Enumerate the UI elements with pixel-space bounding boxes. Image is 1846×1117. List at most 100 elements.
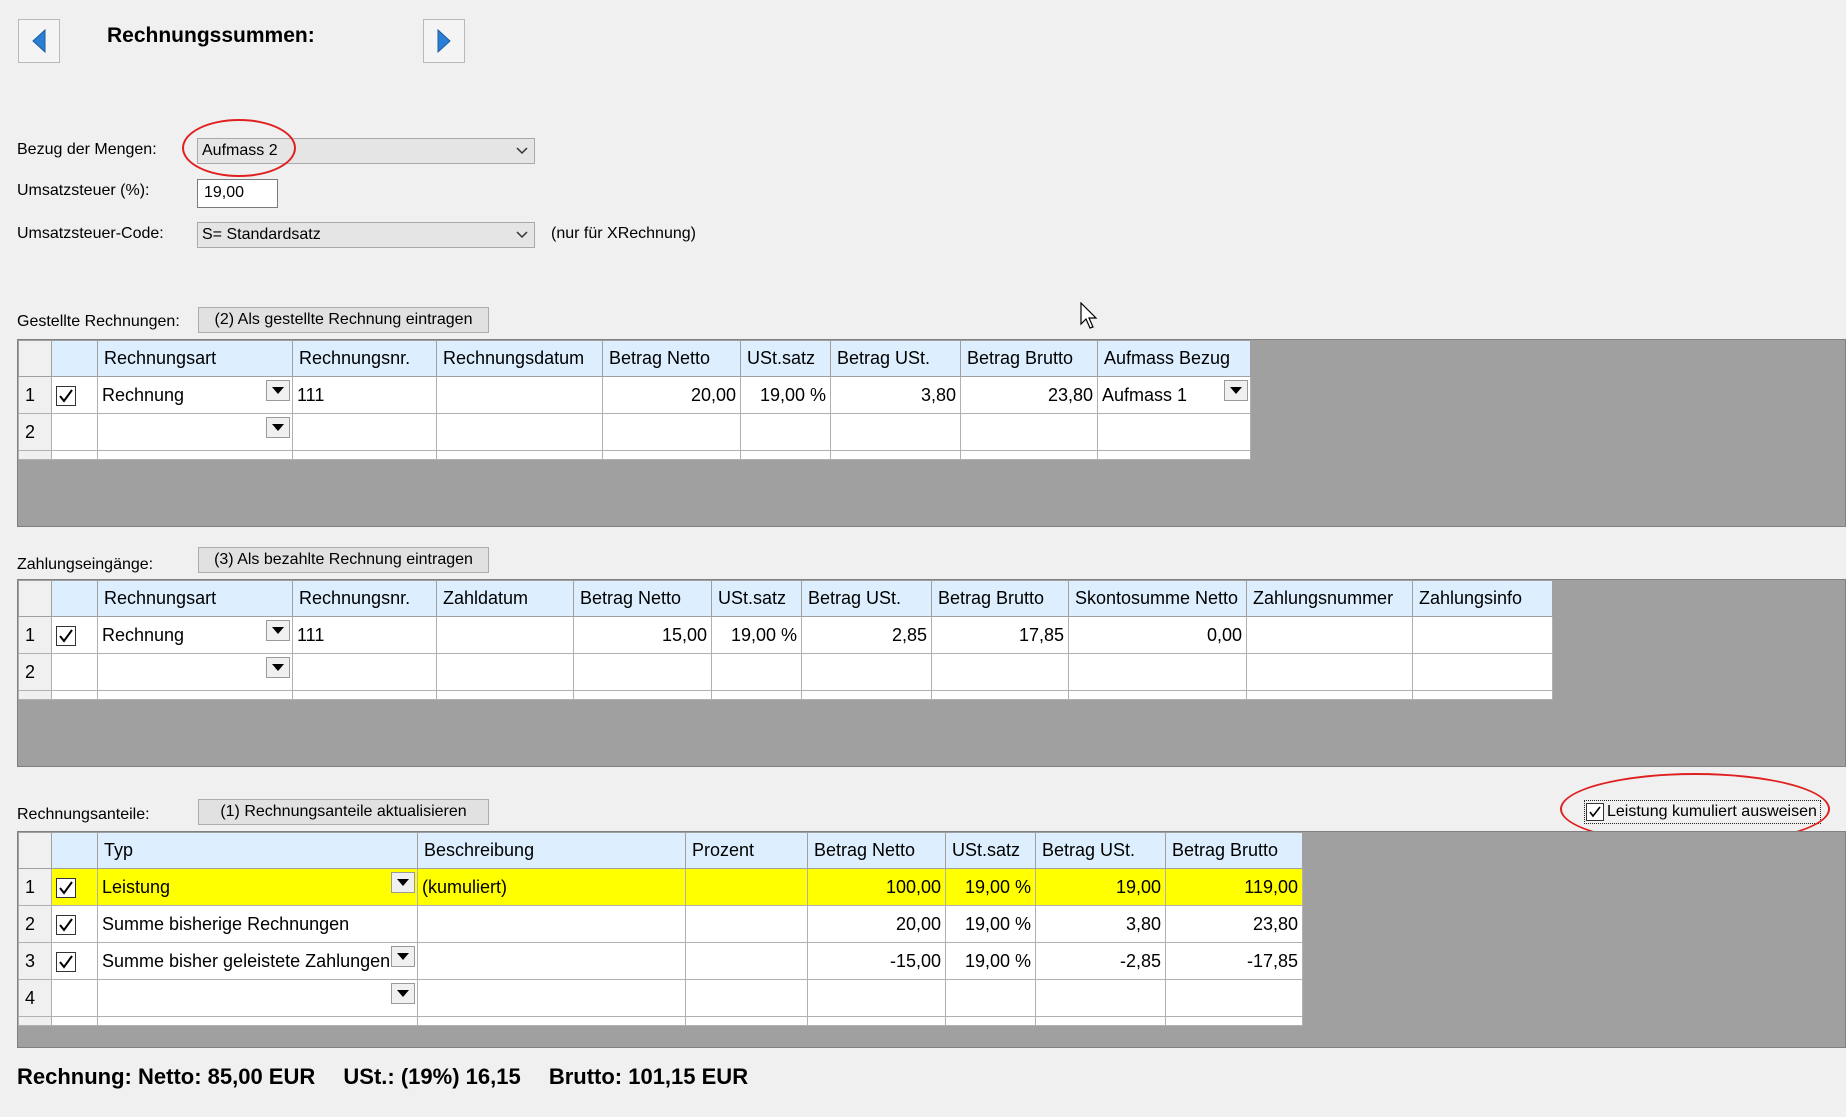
rechnungsart-cell[interactable]: [97, 653, 293, 691]
brutto-cell[interactable]: -17,85: [1165, 942, 1303, 980]
brutto-cell[interactable]: 23,80: [1165, 905, 1303, 943]
typ-cell[interactable]: Leistung: [97, 868, 418, 906]
typ-cell[interactable]: [97, 979, 418, 1017]
brutto-cell[interactable]: [1165, 979, 1303, 1017]
beschreibung-cell[interactable]: (kumuliert): [417, 868, 686, 906]
datum-cell[interactable]: [436, 376, 603, 414]
brutto-cell[interactable]: 119,00: [1165, 868, 1303, 906]
column-header[interactable]: Betrag Netto: [602, 340, 741, 377]
column-header[interactable]: Rechnungsnr.: [292, 340, 437, 377]
checkbox[interactable]: [56, 877, 76, 898]
netto-cell[interactable]: [602, 413, 741, 451]
rechnungsnr-cell[interactable]: [292, 413, 437, 451]
column-header[interactable]: USt.satz: [740, 340, 831, 377]
rechnungsnr-cell[interactable]: [292, 653, 437, 691]
rechnungsart-cell[interactable]: [97, 413, 293, 451]
column-header[interactable]: Betrag Brutto: [1165, 832, 1303, 869]
satz-cell[interactable]: 19,00 %: [945, 868, 1036, 906]
satz-cell[interactable]: 19,00 %: [945, 905, 1036, 943]
column-header[interactable]: Rechnungsart: [97, 580, 293, 617]
anteile-aktualisieren-button[interactable]: (1) Rechnungsanteile aktualisieren: [198, 799, 489, 825]
prozent-cell[interactable]: [685, 868, 808, 906]
beschreibung-cell[interactable]: [417, 979, 686, 1017]
beschreibung-cell[interactable]: [417, 942, 686, 980]
column-header[interactable]: Prozent: [685, 832, 808, 869]
rechnungsnr-cell[interactable]: 111: [292, 616, 437, 654]
column-header[interactable]: Beschreibung: [417, 832, 686, 869]
netto-cell[interactable]: 20,00: [602, 376, 741, 414]
column-header[interactable]: Rechnungsdatum: [436, 340, 603, 377]
satz-cell[interactable]: [711, 653, 802, 691]
prozent-cell[interactable]: [685, 905, 808, 943]
netto-cell[interactable]: 20,00: [807, 905, 946, 943]
column-header[interactable]: Betrag USt.: [830, 340, 961, 377]
column-header[interactable]: Betrag Netto: [807, 832, 946, 869]
zahlungen-eintragen-button[interactable]: (3) Als bezahlte Rechnung eintragen: [198, 547, 489, 573]
next-button[interactable]: [423, 19, 465, 63]
row-checkbox-cell[interactable]: [51, 376, 98, 414]
netto-cell[interactable]: [807, 979, 946, 1017]
checkbox[interactable]: [56, 385, 76, 406]
checkbox[interactable]: [56, 951, 76, 972]
netto-cell[interactable]: [573, 653, 712, 691]
ust-cell[interactable]: [801, 653, 932, 691]
satz-cell[interactable]: 19,00 %: [945, 942, 1036, 980]
column-header[interactable]: Zahldatum: [436, 580, 574, 617]
column-header[interactable]: Zahlungsnummer: [1246, 580, 1413, 617]
netto-cell[interactable]: 15,00: [573, 616, 712, 654]
rechnungsnr-cell[interactable]: 111: [292, 376, 437, 414]
satz-cell[interactable]: 19,00 %: [711, 616, 802, 654]
previous-button[interactable]: [18, 19, 60, 63]
brutto-cell[interactable]: 23,80: [960, 376, 1098, 414]
beschreibung-cell[interactable]: [417, 905, 686, 943]
brutto-cell[interactable]: [960, 413, 1098, 451]
ust-cell[interactable]: 2,85: [801, 616, 932, 654]
ust-cell[interactable]: [1035, 979, 1166, 1017]
column-header[interactable]: USt.satz: [945, 832, 1036, 869]
skonto-cell[interactable]: [1068, 653, 1247, 691]
cell-dropdown-button[interactable]: [266, 380, 290, 401]
column-header[interactable]: Betrag Brutto: [960, 340, 1098, 377]
cell-dropdown-button[interactable]: [1224, 380, 1248, 401]
cell-dropdown-button[interactable]: [391, 946, 415, 967]
column-header[interactable]: Rechnungsnr.: [292, 580, 437, 617]
skonto-cell[interactable]: 0,00: [1068, 616, 1247, 654]
typ-cell[interactable]: Summe bisher geleistete Zahlungen: [97, 942, 418, 980]
ust-cell[interactable]: 19,00: [1035, 868, 1166, 906]
column-header[interactable]: Zahlungsinfo: [1412, 580, 1553, 617]
netto-cell[interactable]: -15,00: [807, 942, 946, 980]
zahlungsinfo-cell[interactable]: [1412, 653, 1553, 691]
column-header[interactable]: Betrag USt.: [801, 580, 932, 617]
zahlungsnummer-cell[interactable]: [1246, 653, 1413, 691]
rechnungsart-cell[interactable]: Rechnung: [97, 376, 293, 414]
cell-dropdown-button[interactable]: [266, 657, 290, 678]
row-checkbox-cell[interactable]: [51, 616, 98, 654]
satz-cell[interactable]: [740, 413, 831, 451]
cell-dropdown-button[interactable]: [391, 983, 415, 1004]
row-checkbox-cell[interactable]: [51, 979, 98, 1017]
ust-cell[interactable]: 3,80: [1035, 905, 1166, 943]
aufmass-bezug-cell[interactable]: [1097, 413, 1251, 451]
typ-cell[interactable]: Summe bisherige Rechnungen: [97, 905, 418, 943]
prozent-cell[interactable]: [685, 979, 808, 1017]
cell-dropdown-button[interactable]: [266, 417, 290, 438]
netto-cell[interactable]: 100,00: [807, 868, 946, 906]
checkbox[interactable]: [56, 625, 76, 646]
rechnungsart-cell[interactable]: Rechnung: [97, 616, 293, 654]
row-checkbox-cell[interactable]: [51, 653, 98, 691]
column-header[interactable]: Rechnungsart: [97, 340, 293, 377]
aufmass-bezug-cell[interactable]: Aufmass 1: [1097, 376, 1251, 414]
satz-cell[interactable]: 19,00 %: [740, 376, 831, 414]
column-header[interactable]: Aufmass Bezug: [1097, 340, 1251, 377]
brutto-cell[interactable]: [931, 653, 1069, 691]
column-header[interactable]: Betrag Netto: [573, 580, 712, 617]
row-checkbox-cell[interactable]: [51, 905, 98, 943]
zahldatum-cell[interactable]: [436, 616, 574, 654]
ust-cell[interactable]: [830, 413, 961, 451]
column-header[interactable]: Typ: [97, 832, 418, 869]
datum-cell[interactable]: [436, 413, 603, 451]
gestellt-eintragen-button[interactable]: (2) Als gestellte Rechnung eintragen: [198, 307, 489, 333]
zahlungsinfo-cell[interactable]: [1412, 616, 1553, 654]
column-header[interactable]: USt.satz: [711, 580, 802, 617]
zahlungsnummer-cell[interactable]: [1246, 616, 1413, 654]
